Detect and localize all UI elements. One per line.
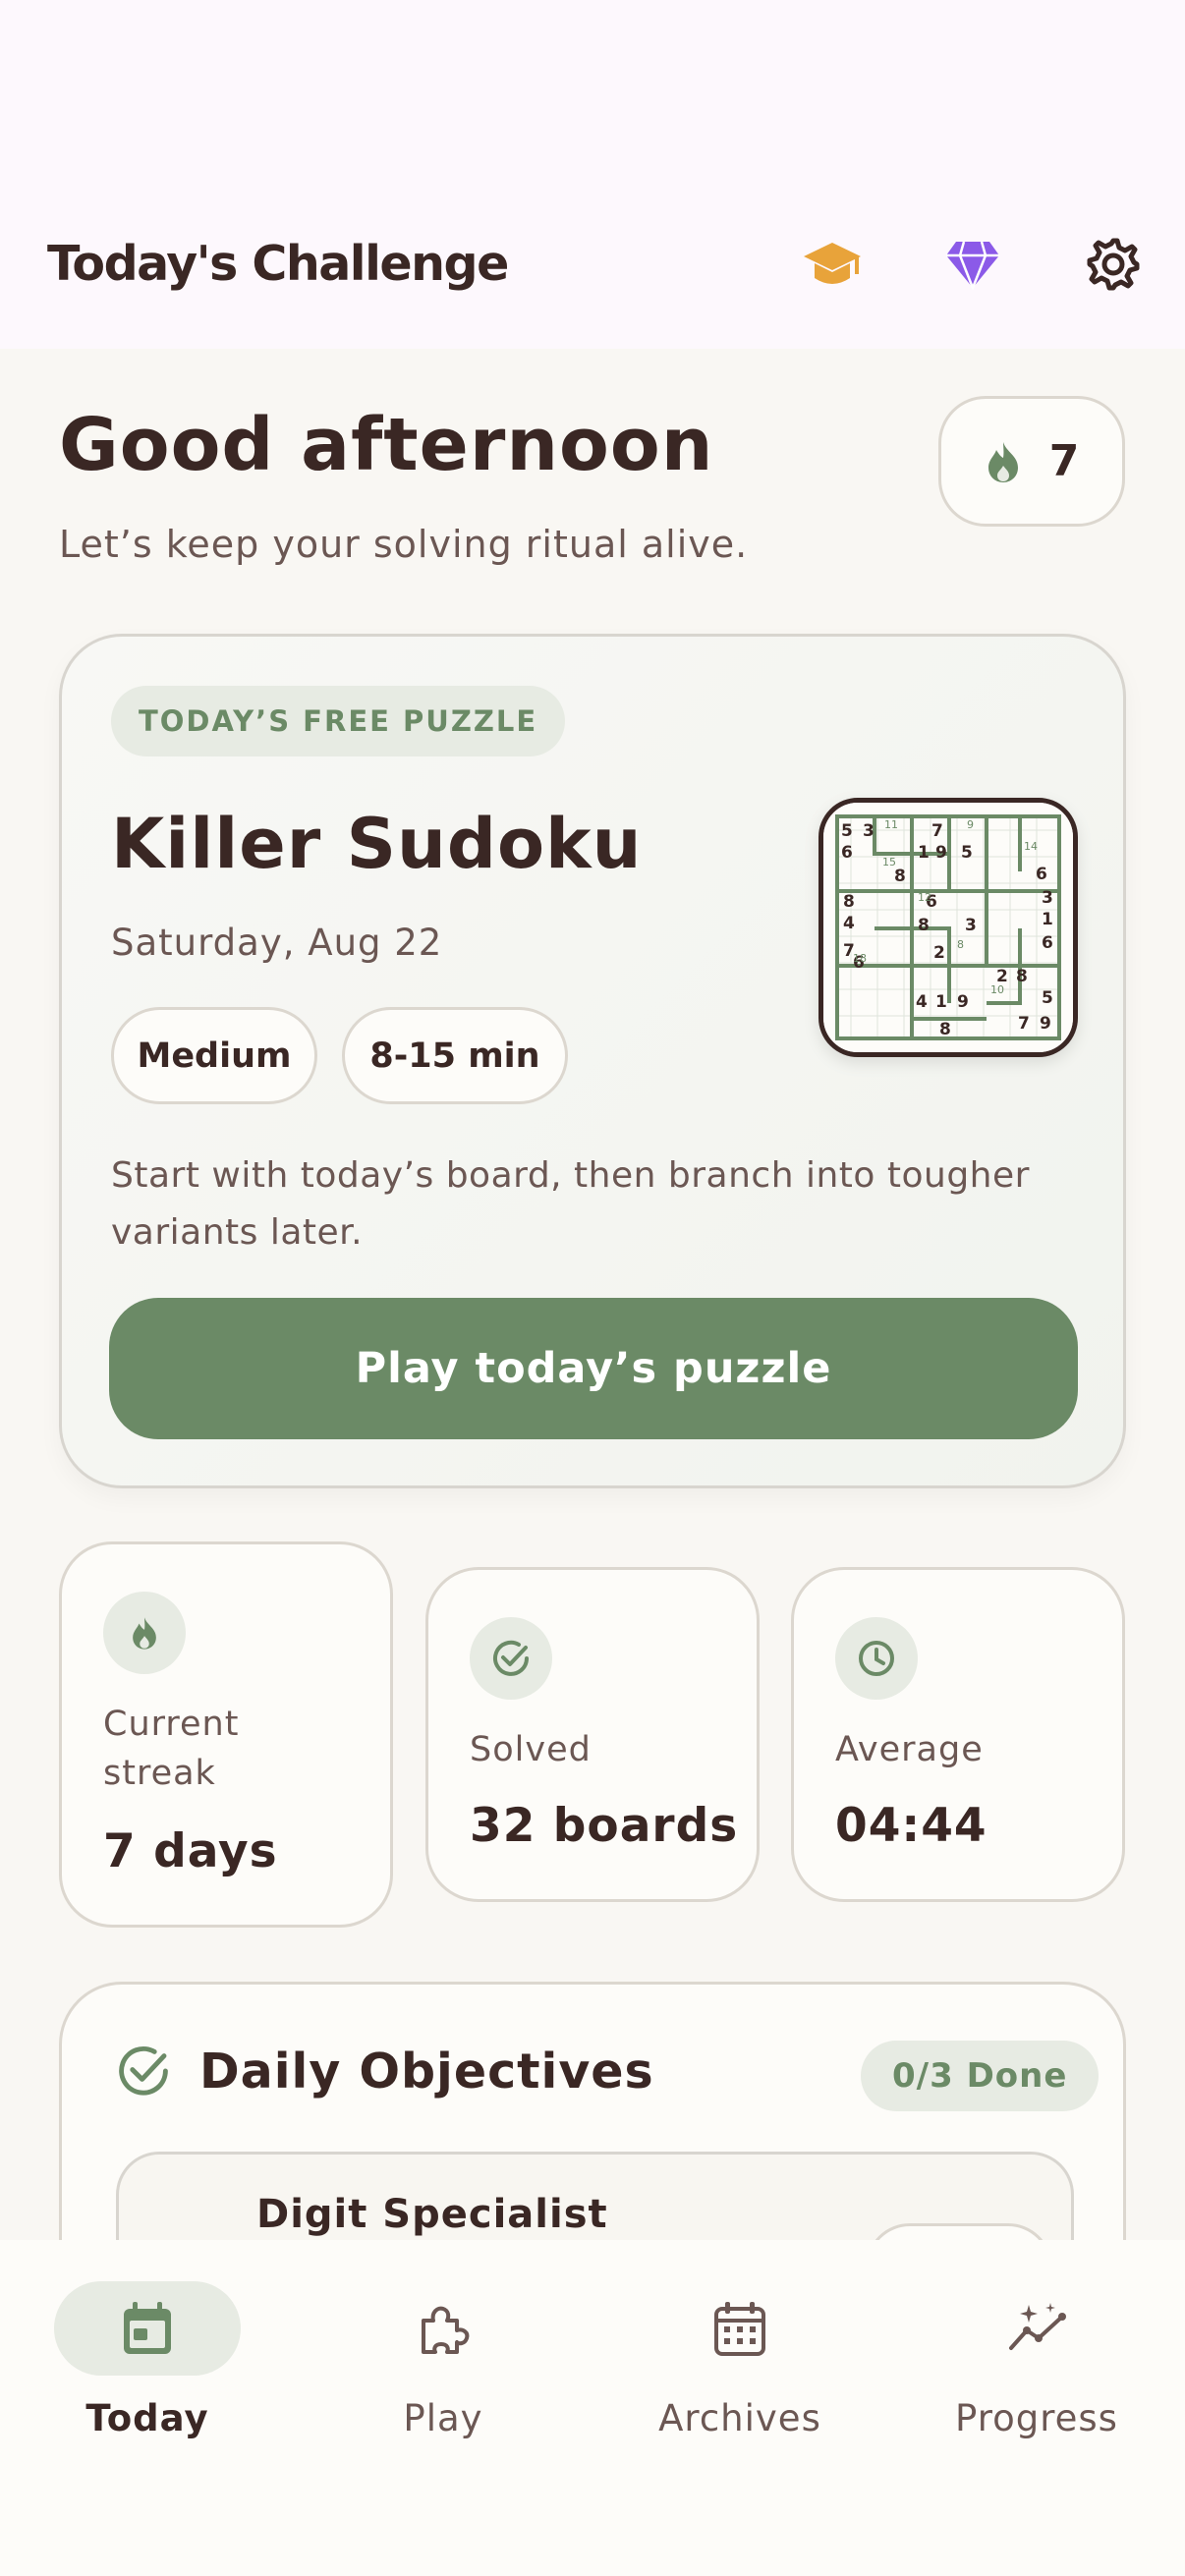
svg-text:3: 3 [1042,888,1053,908]
svg-text:3: 3 [863,821,875,841]
flame-icon [103,1592,186,1674]
tab-progress[interactable]: Progress [938,2279,1135,2476]
svg-text:7: 7 [931,821,943,841]
svg-text:8: 8 [894,867,906,886]
tab-label: Today [85,2397,209,2439]
svg-text:8: 8 [1016,967,1028,986]
tab-today[interactable]: Today [49,2279,246,2476]
stat-card-solved: Solved 32 boards [425,1567,760,1902]
svg-text:8: 8 [939,1020,951,1039]
svg-text:8: 8 [843,892,855,912]
graduation-cap-icon[interactable] [798,230,867,299]
difficulty-chip: Medium [111,1007,317,1104]
stat-label: Solved [470,1730,592,1769]
gear-icon[interactable] [1079,230,1148,299]
svg-text:1: 1 [935,992,947,1012]
chart-sparkle-icon [1007,2299,1066,2358]
svg-text:1: 1 [918,843,930,863]
play-today-button[interactable]: Play today’s puzzle [109,1298,1078,1439]
svg-text:10: 10 [990,983,1004,996]
svg-text:5: 5 [1042,988,1053,1008]
stat-card-average: Average 04:44 [791,1567,1125,1902]
svg-text:8: 8 [957,938,964,951]
app-header: Today's Challenge [0,0,1185,349]
puzzle-name: Killer Sudoku [111,804,643,884]
svg-text:18: 18 [853,952,867,965]
stat-value: 32 boards [470,1799,739,1853]
objectives-progress-badge: 0/3 Done [861,2041,1100,2111]
calendar-grid-icon [710,2299,769,2358]
objectives-title: Daily Objectives [199,2044,654,2100]
svg-text:14: 14 [1024,840,1038,853]
svg-text:4: 4 [843,914,855,933]
check-circle-icon [116,2044,171,2102]
clock-icon [835,1617,918,1700]
stat-label: Average [835,1730,984,1769]
flame-icon [988,441,1018,482]
svg-text:9: 9 [935,843,947,863]
tab-label: Progress [955,2397,1118,2439]
page-title: Today's Challenge [47,236,509,292]
svg-text:6: 6 [841,843,853,863]
stat-value: 7 days [103,1824,278,1878]
svg-text:6: 6 [1042,933,1053,953]
stat-label: Current streak [103,1705,240,1793]
puzzle-icon [414,2299,473,2358]
svg-text:15: 15 [882,856,896,868]
tab-play[interactable]: Play [345,2279,541,2476]
svg-text:4: 4 [916,992,928,1012]
gem-icon[interactable] [938,230,1007,299]
daily-puzzle-card: TODAY’S FREE PUZZLE Killer Sudoku Saturd… [59,634,1126,1488]
calendar-today-icon [118,2299,177,2358]
svg-text:12: 12 [918,891,931,904]
greeting-title: Good afternoon [59,403,714,487]
tab-label: Archives [658,2397,821,2439]
puzzle-date: Saturday, Aug 22 [111,922,443,964]
stat-card-streak: Current streak 7 days [59,1541,393,1928]
svg-text:5: 5 [841,821,853,841]
svg-text:6: 6 [1036,865,1047,884]
svg-text:1: 1 [1042,910,1053,929]
duration-chip: 8-15 min [342,1007,568,1104]
stat-value: 04:44 [835,1799,988,1853]
svg-text:3: 3 [965,916,977,935]
tab-label: Play [403,2397,483,2439]
svg-text:9: 9 [957,992,969,1012]
objective-title: Digit Specialist [256,2192,608,2237]
svg-text:9: 9 [967,818,974,831]
streak-count: 7 [1048,436,1080,486]
free-puzzle-tag: TODAY’S FREE PUZZLE [111,686,566,756]
puzzle-thumbnail: 53 6 7 195 6 8 84 6 83 316 76 2 28 5 419… [818,798,1078,1057]
tab-archives[interactable]: Archives [642,2279,838,2476]
bottom-navigation: Today Play Archives Progress [0,2240,1185,2576]
streak-badge[interactable]: 7 [938,396,1125,527]
svg-text:2: 2 [933,943,945,963]
svg-text:5: 5 [961,843,973,863]
greeting-subtitle: Let’s keep your solving ritual alive. [59,523,749,566]
svg-text:8: 8 [918,916,930,935]
svg-text:11: 11 [884,818,898,831]
check-circle-icon [470,1617,552,1700]
svg-text:7: 7 [1018,1014,1030,1034]
puzzle-description: Start with today’s board, then branch in… [111,1155,1030,1253]
svg-text:9: 9 [1040,1014,1051,1034]
